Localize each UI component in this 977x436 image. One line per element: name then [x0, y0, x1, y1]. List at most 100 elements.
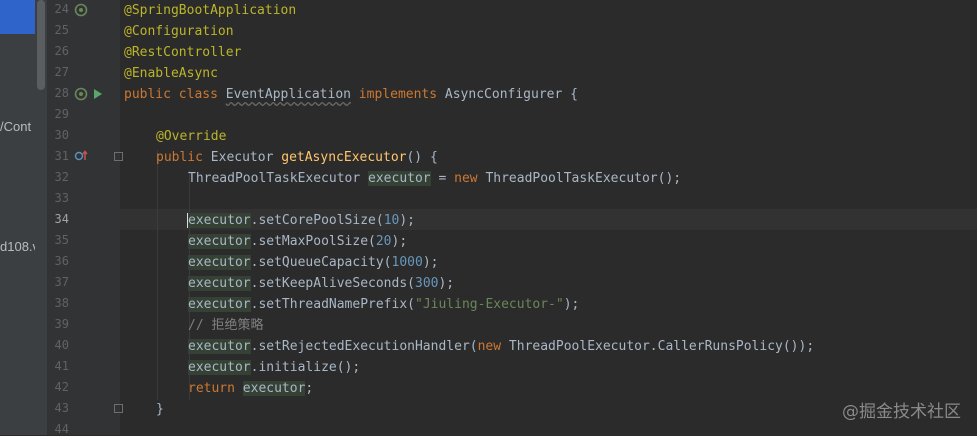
code-text: );: [399, 213, 415, 228]
annotation: @RestController: [124, 45, 242, 60]
run-icon[interactable]: [93, 88, 103, 100]
code-text: ThreadPoolExecutor.CallerRunsPolicy());: [508, 339, 815, 354]
code-line-43[interactable]: }: [156, 399, 164, 420]
code-line-40[interactable]: executor.setRejectedExecutionHandler(new…: [188, 336, 814, 357]
fold-marker[interactable]: [114, 404, 123, 413]
line-number: 36: [54, 254, 69, 268]
string-literal: "Jiuling-Executor-": [415, 297, 564, 312]
scrollbar-thumb[interactable]: [37, 0, 45, 90]
code-text: ThreadPoolTaskExecutor();: [485, 171, 682, 186]
code-line-41[interactable]: executor.initialize();: [188, 357, 360, 378]
code-text: );: [563, 297, 580, 312]
text-cursor: e: [187, 213, 196, 228]
line-number: 29: [54, 107, 69, 121]
code-text: ;: [305, 381, 314, 396]
annotation: @Configuration: [124, 24, 234, 39]
line-number-gutter: 24 25 26 27 28 29 30 31 32 33 34 35 36 3…: [47, 0, 123, 436]
project-panel-scrollbar[interactable]: [35, 0, 47, 435]
variable: executor: [368, 171, 431, 186]
line-number: 26: [54, 44, 69, 58]
method-name: getAsyncExecutor: [281, 150, 407, 165]
line-number: 27: [54, 65, 69, 79]
keyword: return: [188, 381, 243, 396]
line-number: 28: [54, 86, 69, 100]
code-line-39[interactable]: // 拒绝策略: [188, 315, 263, 336]
line-number: 24: [54, 2, 69, 16]
code-text: .initialize();: [250, 360, 361, 375]
spring-bean-icon[interactable]: [74, 3, 88, 17]
code-line-30[interactable]: @Override: [156, 126, 226, 147]
line-number: 32: [54, 170, 69, 184]
keyword: new: [454, 171, 486, 186]
type-name: ThreadPoolTaskExecutor: [188, 171, 369, 186]
code-text: .setThreadNamePrefix(: [250, 297, 415, 312]
code-text: .setQueueCapacity(: [250, 255, 392, 270]
spring-bean-icon[interactable]: [74, 87, 88, 101]
variable: executor: [188, 234, 251, 249]
code-line-37[interactable]: executor.setKeepAliveSeconds(300);: [188, 273, 454, 294]
line-number-current: 34: [54, 212, 69, 226]
variable: xecutor: [195, 213, 251, 228]
code-text: .setCorePoolSize(: [250, 213, 384, 228]
closing-brace: }: [156, 402, 164, 417]
code-line-32[interactable]: ThreadPoolTaskExecutor executor = new Th…: [188, 168, 681, 189]
class-name: EventApplication: [225, 87, 351, 102]
code-line-34[interactable]: executor.setCorePoolSize(10);: [187, 210, 415, 231]
line-number: 41: [54, 359, 69, 373]
override-icon[interactable]: [74, 150, 88, 162]
code-line-42[interactable]: return executor;: [188, 378, 313, 399]
keyword: new: [477, 339, 509, 354]
line-number: 38: [54, 296, 69, 310]
variable: executor: [188, 276, 251, 291]
line-number: 37: [54, 275, 69, 289]
selected-tree-item[interactable]: [0, 0, 35, 34]
code-text: );: [422, 255, 439, 270]
watermark: @掘金技术社区: [842, 402, 961, 422]
variable: executor: [188, 360, 251, 375]
type-name: Executor: [210, 150, 282, 165]
code-text: .setRejectedExecutionHandler(: [250, 339, 478, 354]
line-number: 43: [54, 401, 69, 415]
line-number: 44: [54, 422, 69, 436]
number-literal: 300: [415, 276, 439, 291]
keyword: implements: [350, 87, 445, 102]
code-line-25[interactable]: @Configuration: [124, 21, 234, 42]
comment: // 拒绝策略: [188, 318, 264, 333]
keyword: public class: [124, 87, 226, 102]
annotation: @EnableAsync: [124, 66, 218, 81]
code-text: () {: [406, 150, 438, 165]
project-tree-text-fragment[interactable]: /Cont: [0, 119, 31, 134]
line-number: 35: [54, 233, 69, 247]
code-line-31[interactable]: public Executor getAsyncExecutor() {: [156, 147, 438, 168]
variable: executor: [188, 255, 251, 270]
fold-marker[interactable]: [114, 152, 123, 161]
number-literal: 1000: [391, 255, 423, 270]
line-number: 39: [54, 317, 69, 331]
code-line-24[interactable]: @SpringBootApplication: [124, 0, 296, 21]
keyword: public: [156, 150, 211, 165]
code-text: .setMaxPoolSize(: [250, 234, 376, 249]
code-line-28[interactable]: public class EventApplication implements…: [124, 84, 578, 105]
project-panel[interactable]: /Cont d108.v: [0, 0, 35, 435]
project-tree-text-fragment[interactable]: d108.v: [0, 239, 35, 254]
variable: executor: [242, 381, 306, 396]
code-line-38[interactable]: executor.setThreadNamePrefix("Jiuling-Ex…: [188, 294, 579, 315]
line-number: 42: [54, 380, 69, 394]
annotation: @Override: [156, 129, 227, 144]
number-literal: 10: [383, 213, 400, 228]
code-text: );: [391, 234, 408, 249]
line-number: 31: [54, 149, 69, 163]
annotation: @SpringBootApplication: [124, 3, 297, 18]
code-line-26[interactable]: @RestController: [124, 42, 241, 63]
code-line-35[interactable]: executor.setMaxPoolSize(20);: [188, 231, 407, 252]
line-number: 33: [54, 191, 69, 205]
code-text: =: [430, 171, 455, 186]
line-number: 30: [54, 128, 69, 142]
code-line-36[interactable]: executor.setQueueCapacity(1000);: [188, 252, 438, 273]
line-number: 25: [54, 23, 69, 37]
indent-guide: [157, 150, 158, 400]
variable: executor: [188, 339, 251, 354]
code-line-27[interactable]: @EnableAsync: [124, 63, 218, 84]
line-number: 40: [54, 338, 69, 352]
code-text: AsyncConfigurer {: [444, 87, 578, 102]
